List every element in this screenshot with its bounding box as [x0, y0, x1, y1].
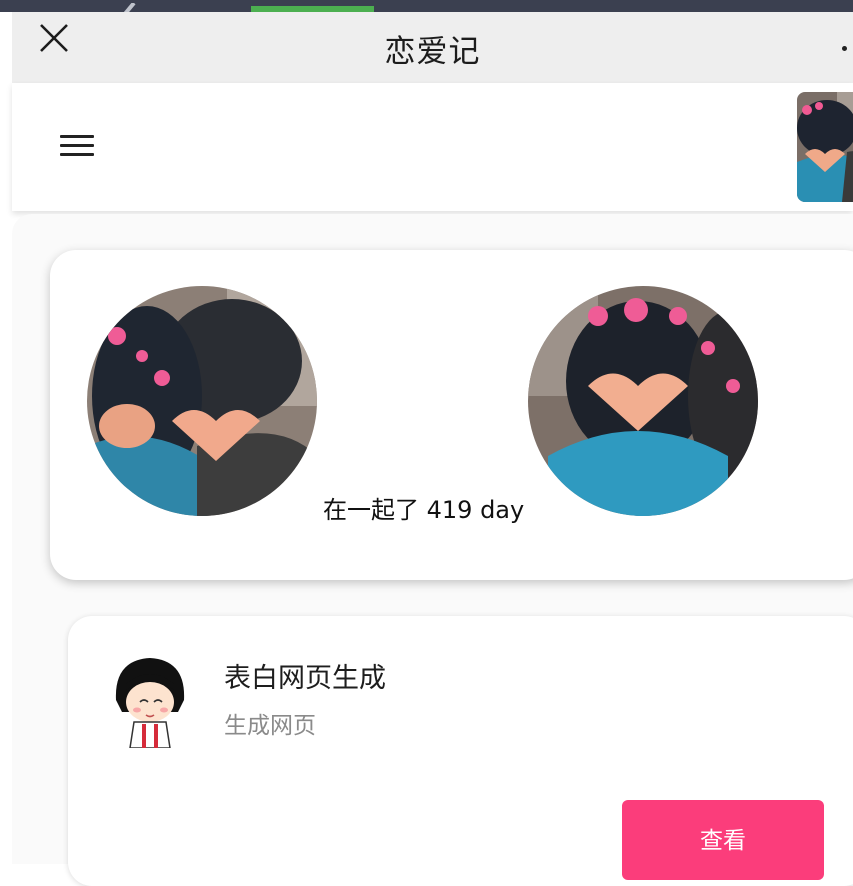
couple-card: 在一起了 419 day [50, 250, 853, 580]
slash-mark [112, 0, 136, 12]
navigation-bar: 恋爱记 [12, 12, 853, 83]
system-status-bar [0, 0, 853, 12]
feature-card[interactable]: 表白网页生成 生成网页 查看 [68, 616, 853, 886]
header-avatar[interactable] [797, 92, 853, 202]
together-days-text: 在一起了 419 day [323, 496, 525, 524]
feature-title: 表白网页生成 [224, 663, 386, 694]
feature-subtitle: 生成网页 [224, 713, 316, 739]
page-title: 恋爱记 [384, 34, 481, 70]
more-dots-icon[interactable] [842, 46, 847, 51]
hamburger-menu-icon[interactable] [60, 135, 94, 161]
right-avatar[interactable] [528, 286, 758, 516]
maruko-character-icon [112, 654, 188, 749]
app-header [12, 83, 853, 211]
view-button[interactable]: 查看 [622, 800, 824, 880]
left-avatar[interactable] [87, 286, 317, 516]
